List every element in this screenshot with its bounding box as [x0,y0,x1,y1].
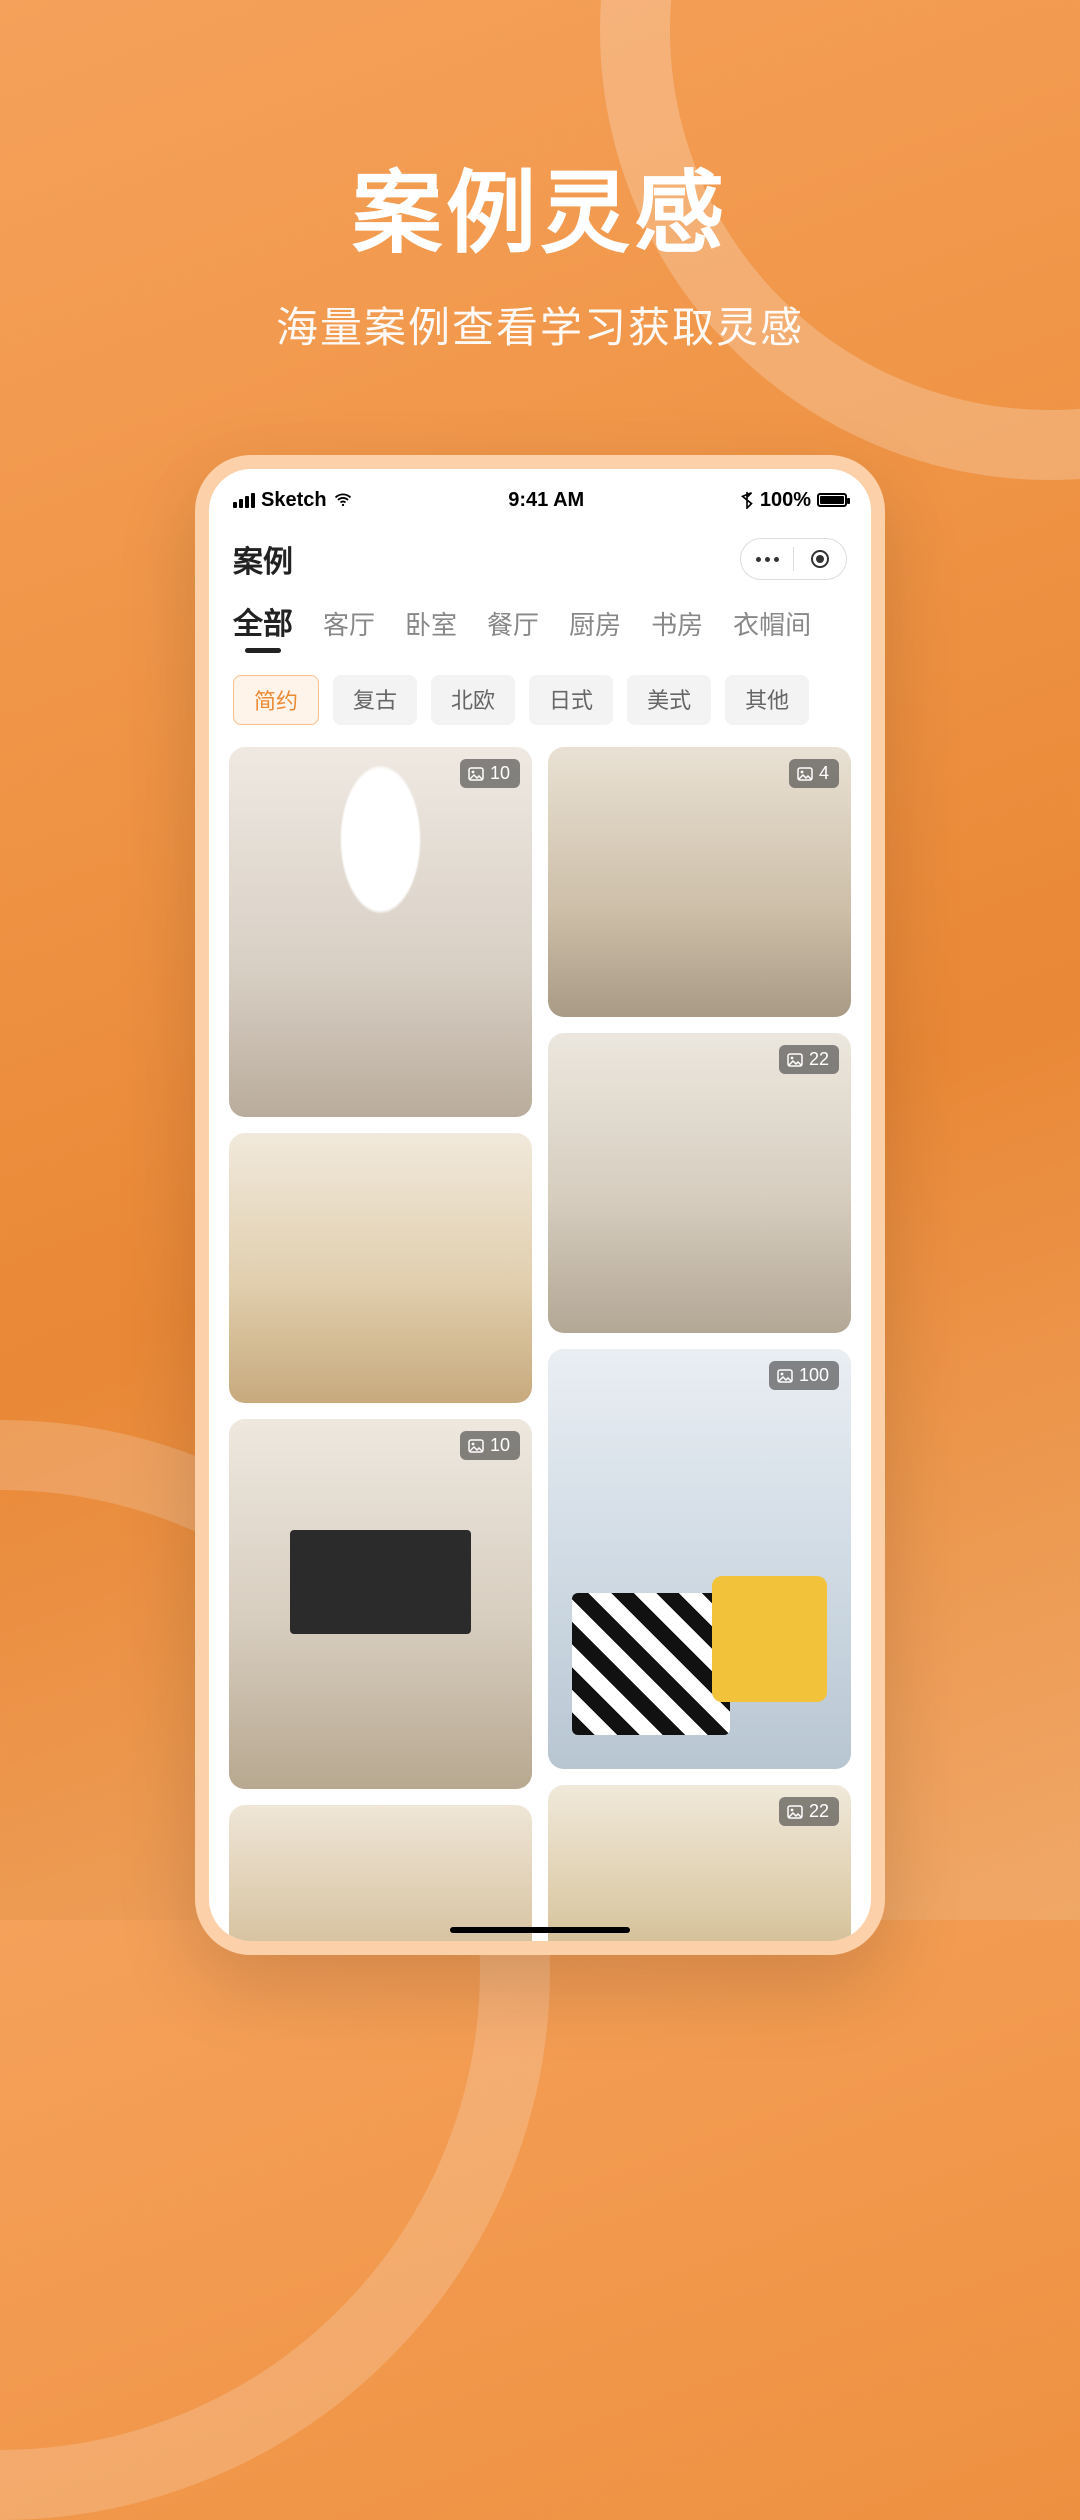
room-tabs: 全部 客厅 卧室 餐厅 厨房 书房 衣帽间 [209,593,871,653]
case-card[interactable]: 10 [229,747,532,1117]
case-grid[interactable]: 10 10 4 22 [209,741,871,1955]
case-image [229,1419,532,1789]
case-card[interactable] [229,1133,532,1403]
battery-icon [817,493,847,507]
hero-title: 案例灵感 [0,140,1080,270]
tab-dining[interactable]: 餐厅 [487,605,539,642]
status-right: 100% [740,489,847,512]
image-icon [797,767,813,781]
image-icon [787,1053,803,1067]
chip-nordic[interactable]: 北欧 [431,675,515,725]
ellipsis-icon [756,557,779,562]
tab-all[interactable]: 全部 [233,599,293,643]
case-card[interactable]: 100 [548,1349,851,1769]
case-card[interactable]: 4 [548,747,851,1017]
chip-american[interactable]: 美式 [627,675,711,725]
photo-count-badge: 4 [789,759,839,788]
chip-other[interactable]: 其他 [725,675,809,725]
image-icon [787,1805,803,1819]
photo-count-badge: 10 [460,759,520,788]
style-chips: 简约 复古 北欧 日式 美式 其他 [209,653,871,741]
image-icon [468,1439,484,1453]
phone-frame: Sketch 9:41 AM 100% 案例 全部 客厅 [195,455,885,1955]
case-image [229,1133,532,1403]
chip-japanese[interactable]: 日式 [529,675,613,725]
photo-count-badge: 22 [779,1797,839,1826]
capsule-menu-button[interactable] [741,539,793,579]
case-image [548,1033,851,1333]
bluetooth-icon [740,491,754,509]
miniapp-capsule [740,538,847,580]
battery-text: 100% [760,489,811,512]
signal-icon [233,493,255,508]
chip-retro[interactable]: 复古 [333,675,417,725]
case-card[interactable]: 10 [229,1419,532,1789]
status-left: Sketch [233,489,353,512]
hero-subtitle: 海量案例查看学习获取灵感 [0,294,1080,355]
carrier-text: Sketch [261,489,327,512]
photo-count-badge: 22 [779,1045,839,1074]
home-indicator[interactable] [450,1927,630,1933]
photo-count-badge: 100 [769,1361,839,1390]
tab-living[interactable]: 客厅 [323,605,375,642]
status-time: 9:41 AM [508,489,584,512]
case-image [548,1349,851,1769]
wifi-icon [333,490,353,510]
app-bar: 案例 [209,523,871,593]
tab-kitchen[interactable]: 厨房 [569,605,621,642]
case-image [229,747,532,1117]
image-icon [468,767,484,781]
page-title: 案例 [233,537,293,581]
tab-bedroom[interactable]: 卧室 [405,605,457,642]
tab-closet[interactable]: 衣帽间 [733,605,811,642]
hero: 案例灵感 海量案例查看学习获取灵感 [0,140,1080,355]
photo-count-badge: 10 [460,1431,520,1460]
capsule-close-button[interactable] [794,539,846,579]
status-bar: Sketch 9:41 AM 100% [209,477,871,523]
image-icon [777,1369,793,1383]
tab-study[interactable]: 书房 [651,605,703,642]
case-card[interactable]: 22 [548,1033,851,1333]
chip-simple[interactable]: 简约 [233,675,319,725]
target-icon [811,550,829,568]
